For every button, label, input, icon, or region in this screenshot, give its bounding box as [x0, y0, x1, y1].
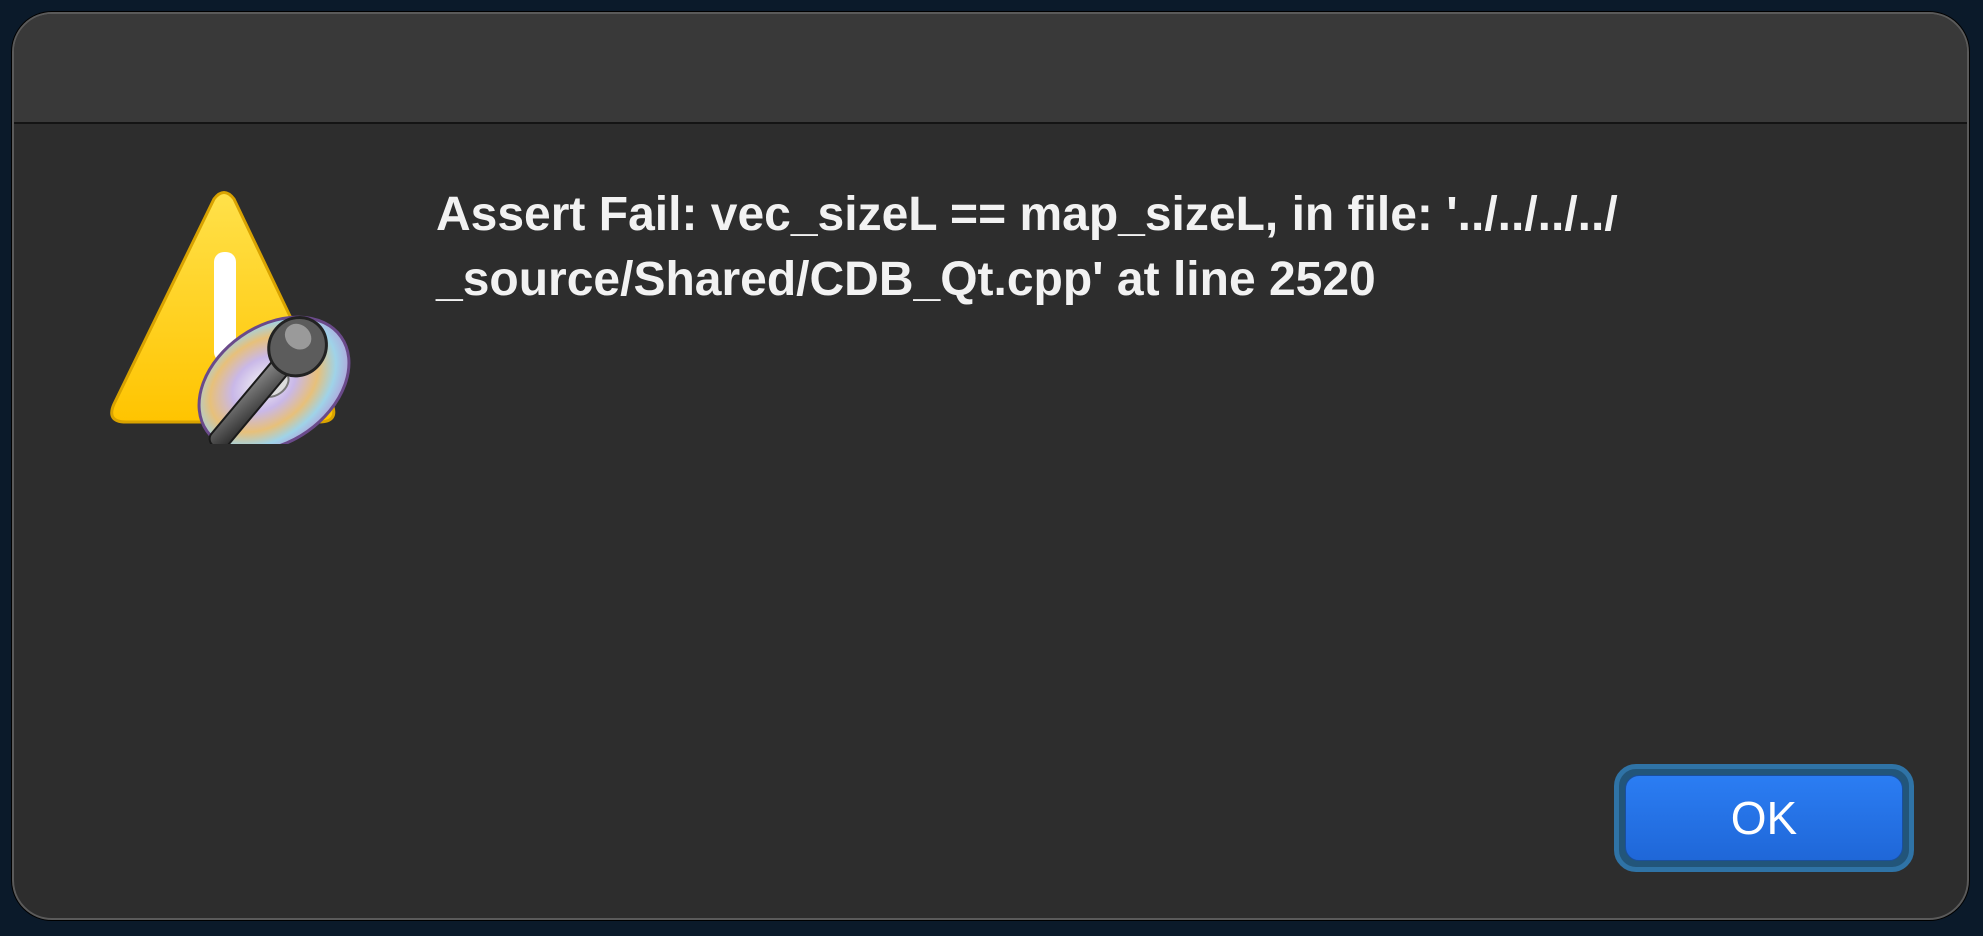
alert-dialog: Assert Fail: vec_sizeL == map_sizeL, in …	[12, 12, 1969, 920]
dialog-titlebar	[14, 14, 1967, 124]
ok-button[interactable]: OK	[1625, 775, 1903, 861]
error-message: Assert Fail: vec_sizeL == map_sizeL, in …	[436, 188, 1618, 306]
warning-icon	[104, 184, 364, 453]
warning-triangle-icon	[110, 191, 351, 453]
